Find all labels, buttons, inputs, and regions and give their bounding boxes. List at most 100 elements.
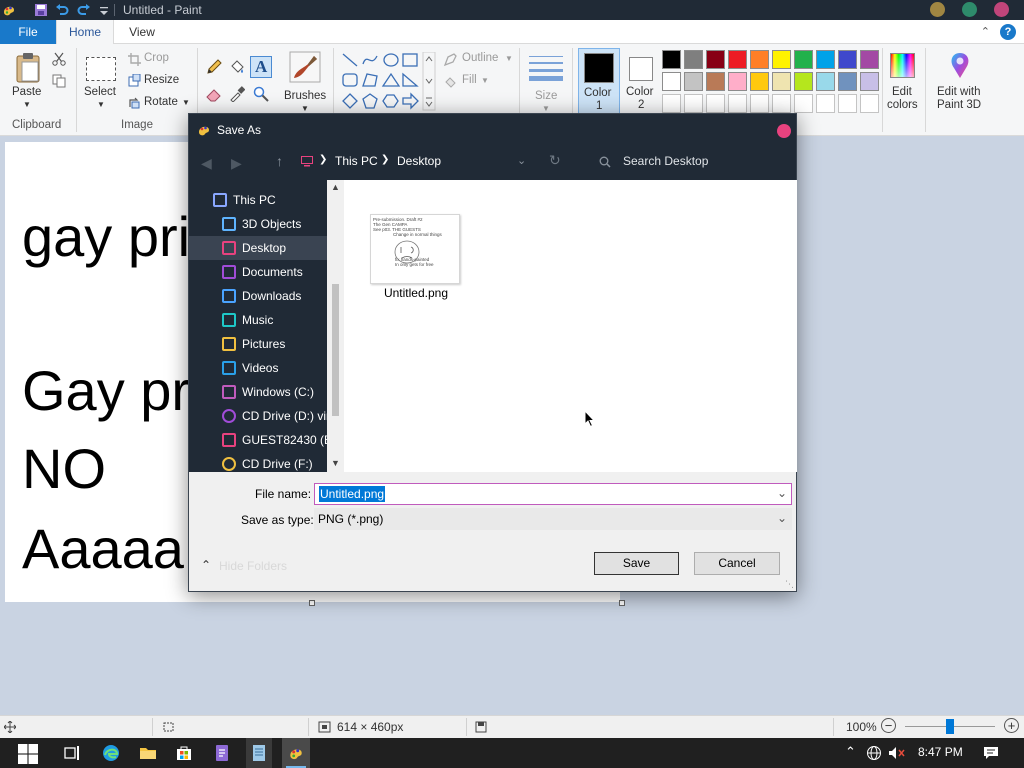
nav-item[interactable]: CD Drive (F:) bbox=[189, 452, 327, 472]
eraser-icon[interactable] bbox=[206, 86, 222, 102]
nav-item[interactable]: This PC bbox=[189, 188, 327, 212]
save-quick-icon[interactable] bbox=[34, 3, 48, 17]
save-button[interactable]: Save bbox=[594, 552, 679, 575]
palette-color-swatch[interactable] bbox=[794, 72, 813, 91]
edit-with-paint3d-button[interactable]: Edit with Paint 3D bbox=[931, 48, 987, 114]
palette-color-swatch[interactable] bbox=[684, 50, 703, 69]
palette-color-swatch[interactable] bbox=[662, 72, 681, 91]
filename-field[interactable]: Untitled.png ⌄ bbox=[314, 483, 792, 505]
palette-color-swatch[interactable] bbox=[838, 72, 857, 91]
filename-dropdown-icon[interactable]: ⌄ bbox=[777, 486, 787, 500]
forward-arrow-icon[interactable]: ▶ bbox=[231, 155, 242, 172]
minimize-button[interactable] bbox=[930, 2, 945, 17]
custom-color-slot[interactable] bbox=[816, 94, 835, 113]
select-dropdown-icon[interactable]: ▼ bbox=[97, 100, 105, 109]
custom-color-slot[interactable] bbox=[728, 94, 747, 113]
palette-color-swatch[interactable] bbox=[728, 50, 747, 69]
fill-bucket-icon[interactable] bbox=[229, 59, 245, 75]
action-center-icon[interactable] bbox=[983, 745, 999, 761]
undo-icon[interactable] bbox=[55, 3, 69, 17]
color2-button[interactable]: Color 2 bbox=[622, 48, 662, 114]
task-view-icon[interactable] bbox=[62, 743, 82, 763]
rotate-button[interactable]: Rotate bbox=[144, 96, 178, 108]
canvas-resize-handle[interactable] bbox=[309, 600, 315, 606]
scroll-up-icon[interactable]: ▲ bbox=[331, 182, 340, 192]
color-picker-icon[interactable] bbox=[229, 86, 245, 102]
file-thumbnail[interactable]: Pre-submission. Draft #2 The Gen CAMPA S… bbox=[370, 214, 460, 284]
network-globe-icon[interactable] bbox=[866, 745, 882, 761]
cancel-button[interactable]: Cancel bbox=[694, 552, 780, 575]
customize-toolbar-icon[interactable] bbox=[97, 3, 111, 17]
system-tray-overflow-icon[interactable]: ⌃ bbox=[845, 744, 856, 760]
crop-button[interactable]: Crop bbox=[144, 52, 169, 64]
nav-item[interactable]: Documents bbox=[189, 260, 327, 284]
collapse-ribbon-icon[interactable]: ⌃ bbox=[981, 25, 990, 38]
nav-item[interactable]: Videos bbox=[189, 356, 327, 380]
custom-color-slot[interactable] bbox=[838, 94, 857, 113]
savetype-dropdown-icon[interactable]: ⌄ bbox=[777, 511, 787, 525]
back-arrow-icon[interactable]: ◀ bbox=[201, 155, 212, 172]
select-button[interactable]: Select ▼ bbox=[82, 48, 120, 114]
nav-item[interactable]: CD Drive (D:) vir bbox=[189, 404, 327, 428]
file-name-label[interactable]: Untitled.png bbox=[370, 286, 462, 300]
palette-color-swatch[interactable] bbox=[838, 50, 857, 69]
taskbar-notepad-item[interactable] bbox=[246, 738, 272, 768]
custom-color-slot[interactable] bbox=[684, 94, 703, 113]
search-box[interactable]: Search Desktop bbox=[591, 150, 791, 174]
notes-app-icon[interactable] bbox=[212, 743, 232, 763]
tab-home[interactable]: Home bbox=[56, 20, 114, 44]
fill-button[interactable]: Fill bbox=[462, 74, 477, 86]
palette-color-swatch[interactable] bbox=[860, 72, 879, 91]
chevron-up-icon[interactable]: ⌃ bbox=[201, 558, 211, 572]
breadcrumb-item[interactable]: Desktop bbox=[397, 154, 441, 168]
breadcrumb-item[interactable]: This PC bbox=[335, 154, 378, 168]
nav-item[interactable]: Music bbox=[189, 308, 327, 332]
tab-view[interactable]: View bbox=[114, 20, 170, 44]
nav-item[interactable]: Downloads bbox=[189, 284, 327, 308]
edit-colors-button[interactable]: Edit colors bbox=[885, 48, 921, 114]
cut-icon[interactable] bbox=[52, 52, 66, 66]
nav-item[interactable]: GUEST82430 (E:) bbox=[189, 428, 327, 452]
custom-color-slot[interactable] bbox=[860, 94, 879, 113]
custom-color-slot[interactable] bbox=[794, 94, 813, 113]
brushes-button[interactable]: Brushes ▼ bbox=[282, 48, 328, 114]
rotate-dropdown-icon[interactable]: ▼ bbox=[182, 98, 190, 107]
zoom-slider-thumb[interactable] bbox=[946, 719, 954, 734]
palette-color-swatch[interactable] bbox=[860, 50, 879, 69]
savetype-select[interactable]: PNG (*.png) ⌄ bbox=[314, 508, 792, 530]
tab-file[interactable]: File bbox=[0, 20, 56, 44]
nav-item[interactable]: Desktop bbox=[189, 236, 327, 260]
up-arrow-icon[interactable]: ↑ bbox=[276, 153, 283, 169]
size-button[interactable]: Size ▼ bbox=[525, 48, 567, 114]
file-explorer-icon[interactable] bbox=[138, 743, 158, 763]
nav-item[interactable]: Pictures bbox=[189, 332, 327, 356]
refresh-icon[interactable]: ↻ bbox=[549, 152, 561, 169]
palette-color-swatch[interactable] bbox=[706, 50, 725, 69]
palette-color-swatch[interactable] bbox=[816, 72, 835, 91]
paste-dropdown-icon[interactable]: ▼ bbox=[23, 100, 31, 109]
navigation-scrollbar[interactable]: ▲ ▼ bbox=[327, 180, 344, 472]
hide-folders-button[interactable]: Hide Folders bbox=[219, 559, 287, 573]
palette-color-swatch[interactable] bbox=[750, 50, 769, 69]
redo-icon[interactable] bbox=[77, 3, 91, 17]
color1-button[interactable]: Color 1 bbox=[578, 48, 620, 114]
text-tool-button[interactable]: A bbox=[250, 56, 272, 78]
custom-color-slot[interactable] bbox=[772, 94, 791, 113]
edge-browser-icon[interactable] bbox=[101, 743, 121, 763]
outline-dropdown-icon[interactable]: ▼ bbox=[505, 54, 513, 63]
dialog-close-button[interactable] bbox=[777, 124, 791, 138]
palette-color-swatch[interactable] bbox=[728, 72, 747, 91]
maximize-button[interactable] bbox=[962, 2, 977, 17]
paste-button[interactable]: Paste ▼ bbox=[8, 48, 48, 114]
palette-color-swatch[interactable] bbox=[750, 72, 769, 91]
palette-color-swatch[interactable] bbox=[772, 72, 791, 91]
copy-icon[interactable] bbox=[52, 74, 66, 88]
nav-item[interactable]: 3D Objects bbox=[189, 212, 327, 236]
size-dropdown-icon[interactable]: ▼ bbox=[542, 104, 550, 113]
nav-item[interactable]: Windows (C:) bbox=[189, 380, 327, 404]
custom-color-slot[interactable] bbox=[662, 94, 681, 113]
canvas-resize-handle[interactable] bbox=[619, 600, 625, 606]
taskbar-paint-item[interactable] bbox=[282, 738, 310, 768]
zoom-in-button[interactable]: + bbox=[1004, 718, 1019, 733]
resize-button[interactable]: Resize bbox=[144, 74, 179, 86]
